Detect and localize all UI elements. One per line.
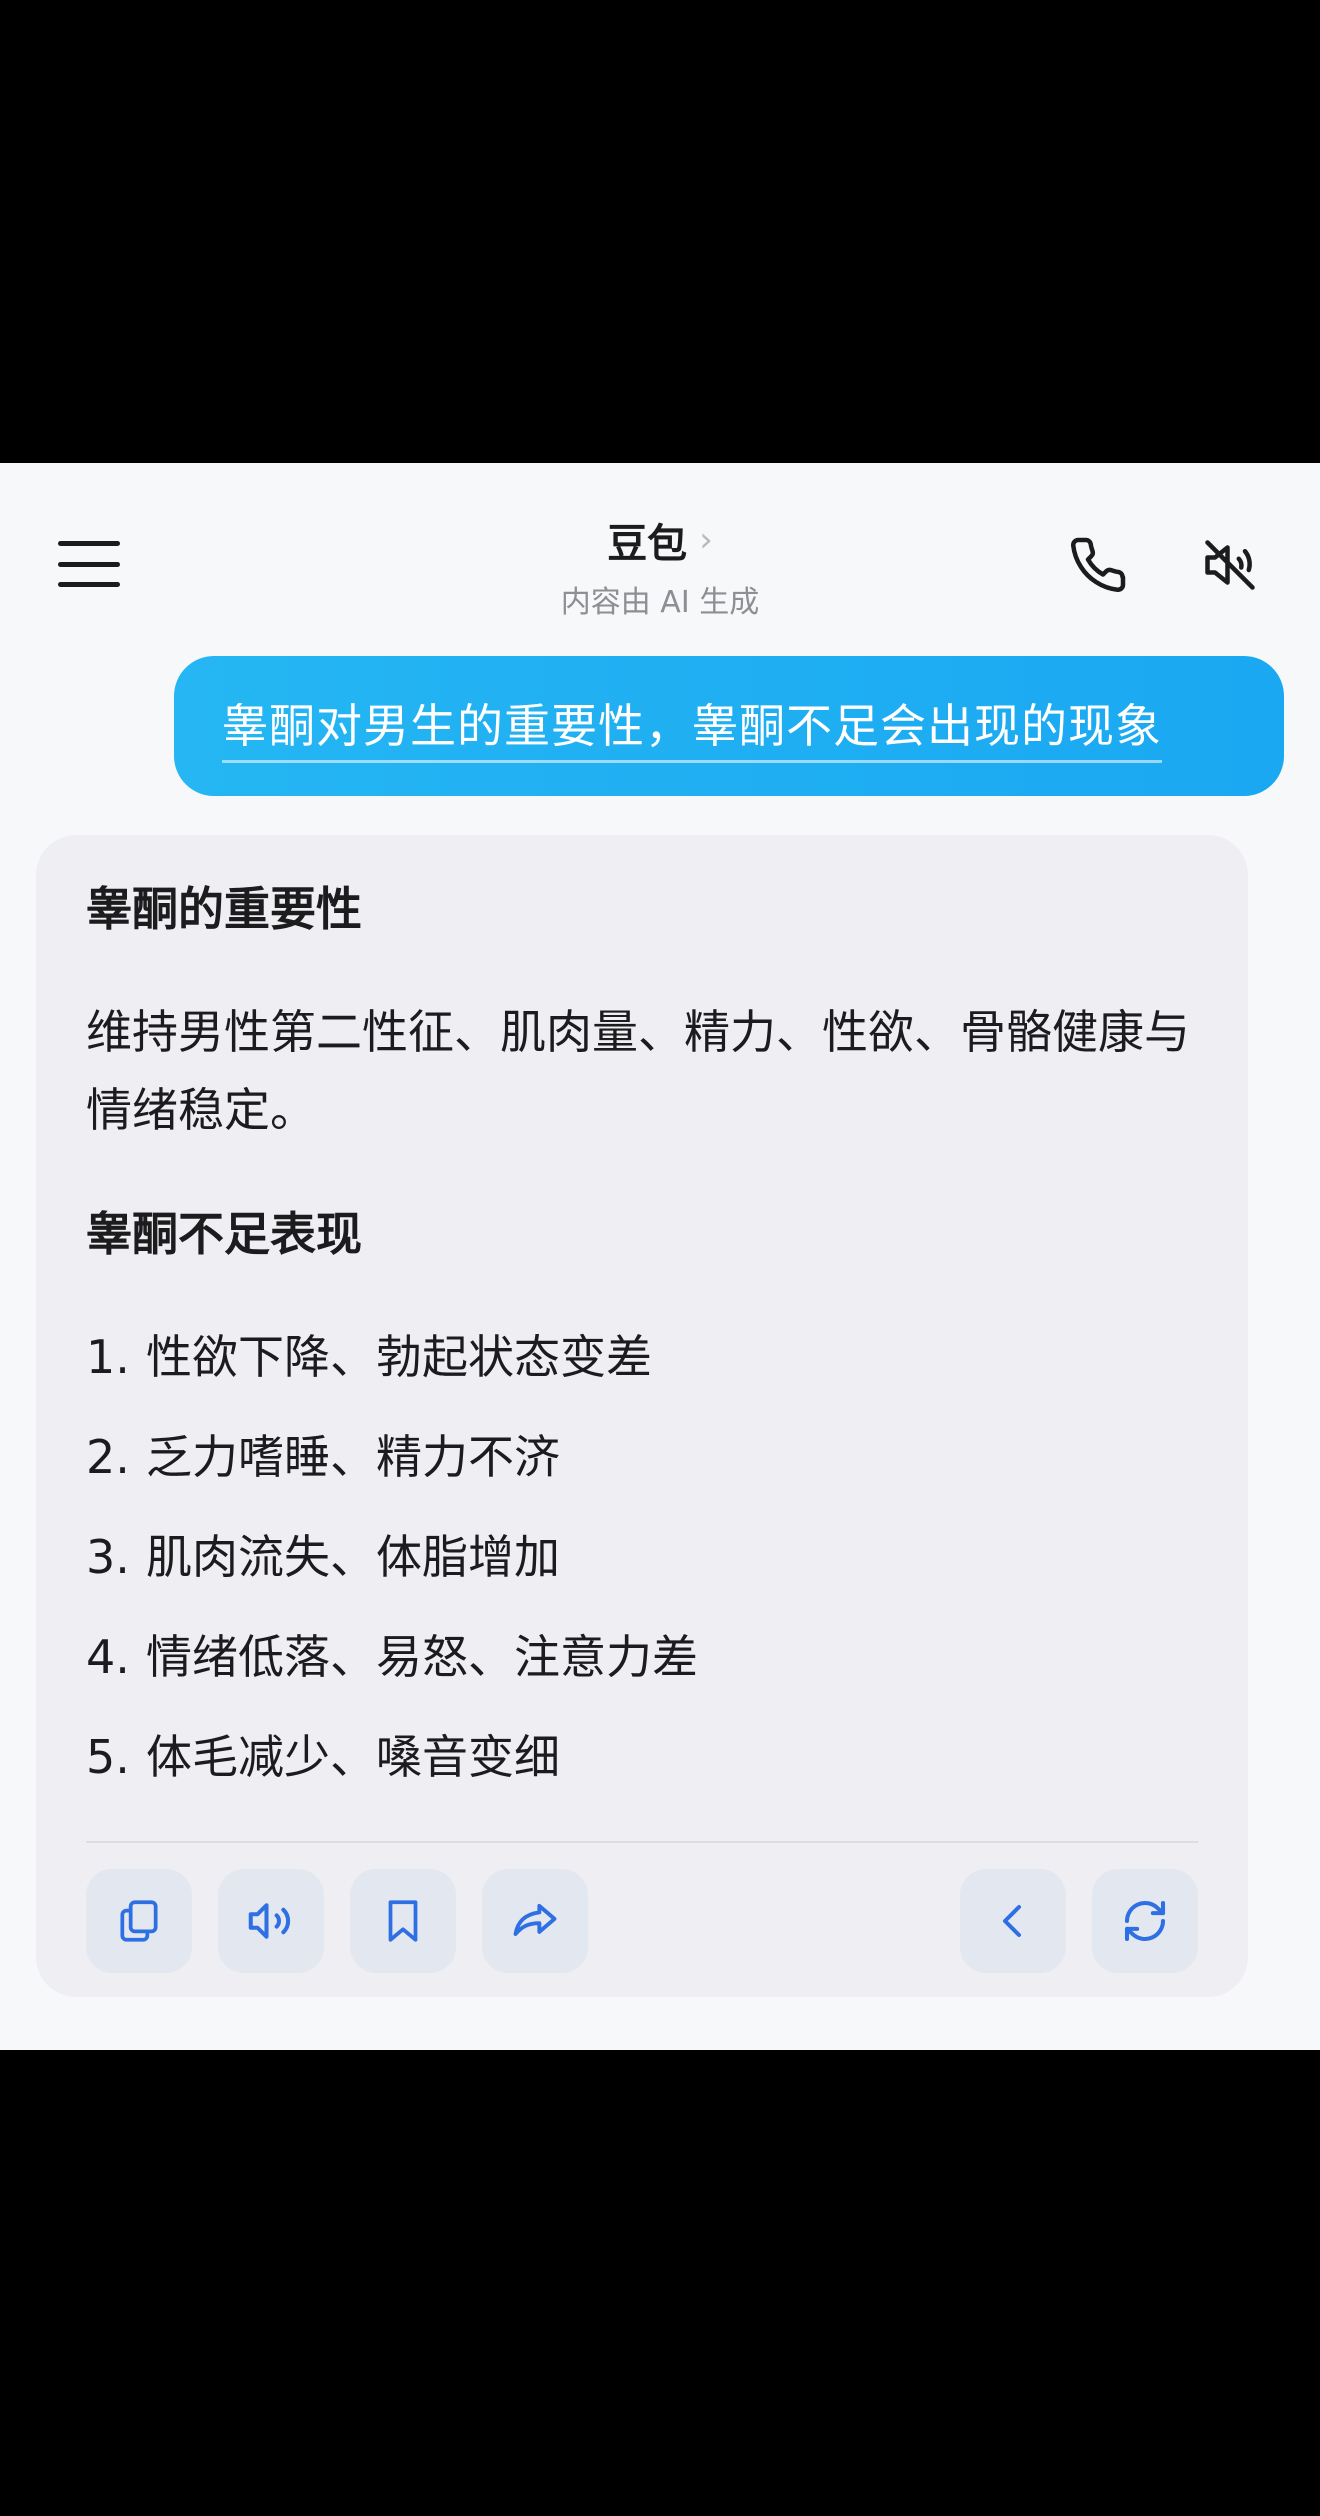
read-aloud-button[interactable]	[218, 1869, 324, 1973]
list-item-number: 1.	[86, 1330, 130, 1384]
list-item: 1. 性欲下降、勃起状态变差	[86, 1307, 1206, 1407]
letterbox-top	[0, 0, 1320, 463]
answer-heading-importance: 睾酮的重要性	[86, 882, 362, 936]
letterbox-bottom	[0, 2050, 1320, 2516]
share-button[interactable]	[482, 1869, 588, 1973]
answer-paragraph: 维持男性第二性征、肌肉量、精力、性欲、骨骼健康与情绪稳定。	[86, 1005, 1190, 1137]
list-item: 2. 乏力嗜睡、精力不济	[86, 1407, 1206, 1507]
share-icon	[513, 1903, 557, 1936]
list-item-number: 4.	[86, 1630, 130, 1684]
list-item-number: 2.	[86, 1430, 130, 1484]
assistant-answer-card: 睾酮的重要性 维持男性第二性征、肌肉量、精力、性欲、骨骼健康与情绪稳定。 睾酮不…	[36, 835, 1248, 1997]
symptom-list: 1. 性欲下降、勃起状态变差 2. 乏力嗜睡、精力不济 3. 肌肉流失、体脂增加 4.…	[86, 1307, 1206, 1807]
bot-title: 豆包	[607, 521, 688, 567]
bot-title-link[interactable]: 豆包 ›	[607, 511, 713, 569]
copy-icon	[120, 1900, 158, 1942]
list-item-number: 5.	[86, 1730, 130, 1784]
previous-icon	[1003, 1905, 1021, 1937]
list-item-text: 性欲下降、勃起状态变差	[146, 1330, 652, 1384]
user-message-text: 睾酮对男生的重要性，睾酮不足会出现的现象	[222, 690, 1162, 763]
list-item-text: 体毛减少、嗓音变细	[146, 1730, 560, 1784]
bookmark-button[interactable]	[350, 1869, 456, 1973]
list-item-text: 乏力嗜睡、精力不济	[146, 1430, 560, 1484]
list-item-text: 肌肉流失、体脂增加	[146, 1530, 560, 1584]
list-item: 5. 体毛减少、嗓音变细	[86, 1707, 1206, 1807]
action-bar-divider	[86, 1841, 1198, 1843]
list-item: 3. 肌肉流失、体脂增加	[86, 1507, 1206, 1607]
speaker-muted-icon[interactable]	[1194, 529, 1266, 601]
list-item-number: 3.	[86, 1530, 130, 1584]
read-aloud-icon	[248, 1903, 291, 1939]
regenerate-button[interactable]	[1092, 1869, 1198, 1973]
answer-heading-symptoms: 睾酮不足表现	[86, 1207, 362, 1261]
user-message-bubble[interactable]: 睾酮对男生的重要性，睾酮不足会出现的现象	[174, 656, 1284, 796]
chat-screen: 豆包 › 内容由 AI 生成 睾酮对男生的重要性，睾酮不足会出现的现象 睾酮的重…	[0, 463, 1320, 2050]
phone-icon[interactable]	[1062, 529, 1134, 601]
regenerate-icon	[1124, 1900, 1166, 1942]
list-item-text: 情绪低落、易怒、注意力差	[146, 1630, 698, 1684]
chevron-right-icon: ›	[699, 520, 713, 560]
copy-button[interactable]	[86, 1869, 192, 1973]
previous-answer-button[interactable]	[960, 1869, 1066, 1973]
list-item: 4. 情绪低落、易怒、注意力差	[86, 1607, 1206, 1707]
bookmark-icon	[388, 1900, 418, 1942]
